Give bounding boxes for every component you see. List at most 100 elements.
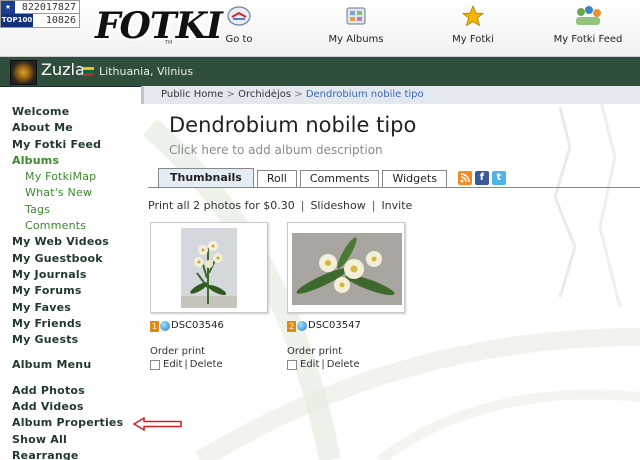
public-globe-icon [297, 321, 307, 331]
nav-my-fotki-feed-label: My Fotki Feed [553, 34, 623, 45]
rss-icon[interactable] [457, 171, 472, 185]
print-all-link[interactable]: Print all 2 photos for $0.30 [148, 199, 295, 212]
photo-index-badge: 1 [150, 320, 159, 332]
photo-control-separator: | [321, 359, 325, 370]
tab-thumbnails[interactable]: Thumbnails [158, 168, 254, 188]
sidebar-item-whats-new[interactable]: What's New [12, 185, 140, 201]
order-print-link[interactable]: Order print [287, 346, 405, 357]
view-tabs: Thumbnails Roll Comments Widgets f t [158, 168, 509, 188]
photo-control-separator: | [184, 359, 188, 370]
sidebar: Welcome About Me My Fotki Feed Albums My… [12, 104, 140, 460]
twitter-icon[interactable]: t [491, 171, 506, 185]
photo-controls: Edit | Delete [287, 359, 405, 370]
lithuania-flag-icon [83, 67, 94, 76]
logo-trademark: TM [165, 40, 173, 46]
album-menu-show-all[interactable]: Show All [12, 432, 140, 448]
sidebar-item-my-fotki-feed[interactable]: My Fotki Feed [12, 137, 140, 153]
sidebar-item-welcome[interactable]: Welcome [12, 104, 140, 120]
photo-delete-link[interactable]: Delete [190, 359, 223, 370]
breadcrumb-home[interactable]: Public Home [161, 89, 223, 100]
sidebar-item-my-guestbook[interactable]: My Guestbook [12, 251, 140, 267]
photo-select-checkbox[interactable] [150, 359, 160, 370]
album-menu-album-properties[interactable]: Album Properties [12, 415, 140, 431]
photo-caption: 2 DSC03547 [287, 319, 405, 333]
sidebar-item-comments[interactable]: Comments [12, 218, 140, 234]
counter-icon: ★ [1, 1, 15, 14]
goto-icon [227, 6, 251, 26]
top100-badge: TOP100 [1, 14, 33, 27]
photo-card: 1 DSC03546 Order print Edit | Delete [150, 222, 268, 370]
breadcrumb-parent[interactable]: Orchidėjos [238, 89, 291, 100]
photo-caption: 1 DSC03546 [150, 319, 268, 333]
photo-index-badge: 2 [287, 320, 296, 332]
sidebar-item-my-faves[interactable]: My Faves [12, 300, 140, 316]
visit-counter[interactable]: ★ 822017827 TOP100 10826 [0, 0, 80, 28]
album-menu-title: Album Menu [12, 358, 92, 372]
nav-my-fotki-feed-button[interactable]: My Fotki Feed [533, 4, 640, 45]
photo-edit-link[interactable]: Edit [300, 359, 319, 370]
facebook-icon[interactable]: f [474, 171, 489, 185]
photo-name[interactable]: DSC03546 [171, 319, 224, 333]
public-globe-icon [160, 321, 170, 331]
albums-icon [346, 7, 366, 25]
photo-delete-link[interactable]: Delete [327, 359, 360, 370]
photo-select-checkbox[interactable] [287, 359, 297, 370]
nav-my-albums-button[interactable]: My Albums [301, 4, 411, 45]
breadcrumb: Public Home > Orchidėjos > Dendrobium no… [141, 86, 640, 104]
sidebar-item-my-web-videos[interactable]: My Web Videos [12, 234, 140, 250]
counter-visits: 822017827 [21, 2, 76, 13]
top-header: ★ 822017827 TOP100 10826 FOTKI TM Go to … [0, 0, 640, 57]
social-icons: f t [457, 171, 509, 188]
sidebar-item-about-me[interactable]: About Me [12, 120, 140, 136]
orchid-thumbnail-image [181, 228, 237, 308]
tab-widgets[interactable]: Widgets [382, 170, 447, 188]
breadcrumb-separator: > [226, 89, 235, 100]
photo-thumbnail[interactable] [150, 222, 268, 313]
photo-name[interactable]: DSC03547 [308, 319, 361, 333]
nav-my-fotki-button[interactable]: My Fotki [418, 4, 528, 45]
breadcrumb-separator: > [294, 89, 303, 100]
nav-my-albums-label: My Albums [328, 34, 384, 45]
sidebar-item-my-journals[interactable]: My Journals [12, 267, 140, 283]
orchid-thumbnail-image [292, 233, 402, 305]
star-icon [461, 4, 485, 27]
action-separator: | [300, 199, 305, 212]
user-location: Lithuania, Vilnius [99, 65, 194, 78]
feed-icon [576, 6, 601, 25]
annotation-arrow-icon [133, 417, 182, 431]
user-avatar[interactable] [10, 60, 37, 85]
photo-card: 2 DSC03547 Order print Edit | Delete [287, 222, 405, 370]
album-title: Dendrobium nobile tipo [169, 113, 417, 137]
rss-glyph-icon [460, 173, 470, 183]
photo-thumbnail[interactable] [287, 222, 405, 313]
tab-roll[interactable]: Roll [256, 170, 297, 188]
invite-link[interactable]: Invite [381, 199, 412, 212]
tab-comments[interactable]: Comments [299, 170, 380, 188]
album-menu-add-videos[interactable]: Add Videos [12, 399, 140, 415]
photo-controls: Edit | Delete [150, 359, 268, 370]
order-print-link[interactable]: Order print [150, 346, 268, 357]
user-bar: Zuzla Lithuania, Vilnius [0, 57, 640, 87]
sidebar-item-my-fotkimap[interactable]: My FotkiMap [12, 169, 140, 185]
username[interactable]: Zuzla [41, 60, 85, 79]
nav-goto-label: Go to [225, 34, 253, 45]
album-menu-add-photos[interactable]: Add Photos [12, 383, 140, 399]
album-actions: Print all 2 photos for $0.30 | Slideshow | I… [148, 199, 412, 212]
photo-edit-link[interactable]: Edit [163, 359, 182, 370]
album-menu-rearrange[interactable]: Rearrange [12, 448, 140, 460]
slideshow-link[interactable]: Slideshow [310, 199, 365, 212]
sidebar-item-my-guests[interactable]: My Guests [12, 332, 140, 348]
album-description-placeholder[interactable]: Click here to add album description [169, 143, 383, 157]
sidebar-item-albums[interactable]: Albums [12, 153, 140, 169]
nav-my-fotki-label: My Fotki [452, 34, 494, 45]
nav-goto-button[interactable]: Go to [184, 4, 294, 45]
top100-value: 10826 [45, 15, 76, 26]
action-separator: | [371, 199, 376, 212]
tabs-underline [148, 187, 640, 188]
breadcrumb-current: Dendrobium nobile tipo [305, 89, 424, 100]
sidebar-item-tags[interactable]: Tags [12, 202, 140, 218]
sidebar-item-my-friends[interactable]: My Friends [12, 316, 140, 332]
sidebar-item-my-forums[interactable]: My Forums [12, 283, 140, 299]
